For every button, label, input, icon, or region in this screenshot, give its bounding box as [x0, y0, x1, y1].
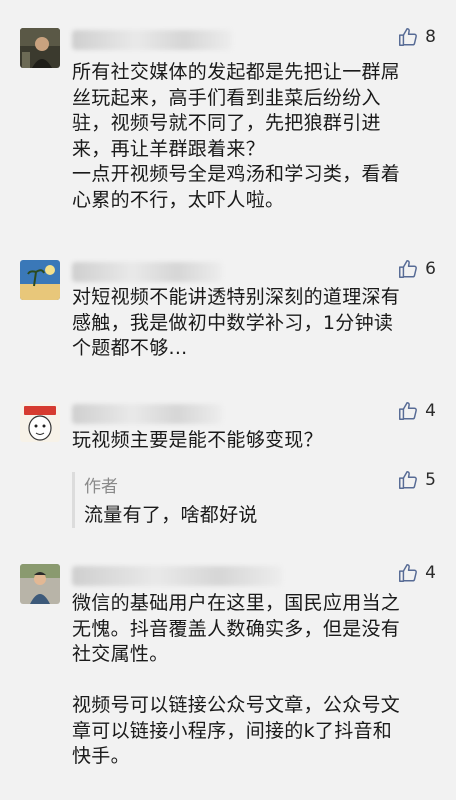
comment-text: 微信的基础用户在这里，国民应用当之 无愧。抖音覆盖人数确实多，但是没有 社交属性… — [72, 592, 401, 767]
reply-divider — [72, 472, 75, 528]
username-blurred — [72, 566, 282, 586]
avatar[interactable] — [20, 260, 60, 300]
username-blurred — [72, 262, 222, 282]
reply-text: 流量有了，啥都好说 — [84, 504, 258, 526]
like-button[interactable]: 8 — [397, 26, 436, 48]
thumbs-up-icon — [399, 260, 418, 278]
thumbs-up-icon — [399, 28, 418, 46]
author-reply: 作者 流量有了，啥都好说 — [72, 472, 438, 532]
reply-author-label: 作者 — [84, 477, 118, 497]
like-count: 4 — [425, 563, 436, 583]
avatar[interactable] — [20, 28, 60, 68]
reply-like-button[interactable]: 5 — [397, 469, 436, 491]
like-button[interactable]: 4 — [397, 562, 436, 584]
like-count: 5 — [425, 470, 436, 490]
like-button[interactable]: 4 — [397, 400, 436, 422]
avatar[interactable] — [20, 402, 60, 442]
username-blurred — [72, 404, 222, 424]
like-button[interactable]: 6 — [397, 258, 436, 280]
comment-text: 玩视频主要是能不能够变现？ — [72, 429, 323, 451]
comment-text: 所有社交媒体的发起都是先把让一群屌 丝玩起来，高手们看到韭菜后纷纷入 驻，视频号… — [72, 61, 401, 211]
like-count: 8 — [425, 27, 436, 47]
thumbs-up-icon — [399, 402, 418, 420]
like-count: 6 — [425, 259, 436, 279]
comment-text: 对短视频不能讲透特别深刻的道理深有 感触，我是做初中数学补习，1分钟读 个题都不… — [72, 286, 401, 359]
username-blurred — [72, 30, 232, 50]
thumbs-up-icon — [399, 564, 418, 582]
avatar[interactable] — [20, 564, 60, 604]
thumbs-up-icon — [399, 471, 418, 489]
like-count: 4 — [425, 401, 436, 421]
